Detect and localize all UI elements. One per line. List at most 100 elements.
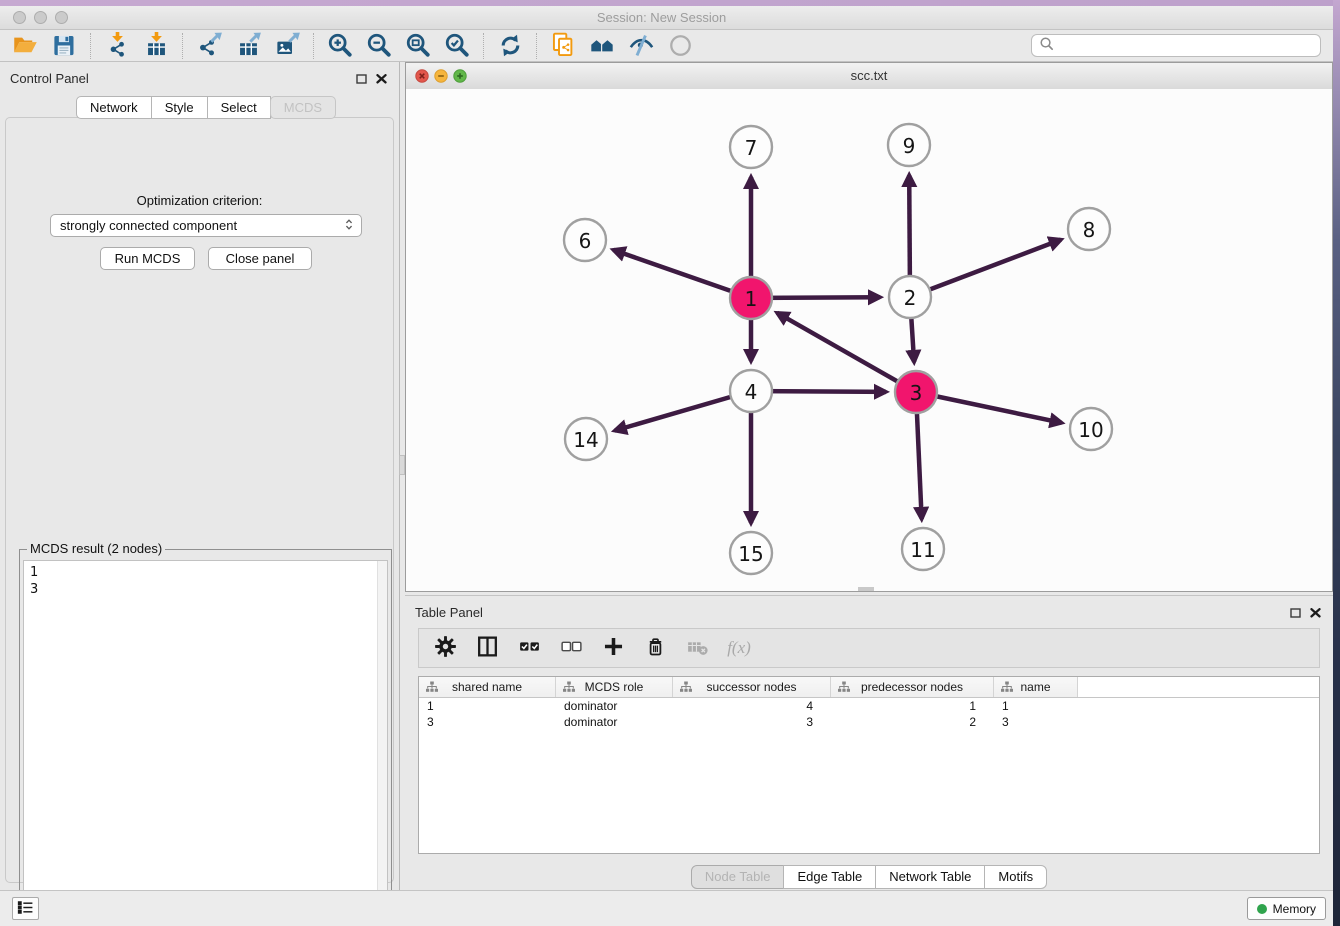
close-panel-icon[interactable] bbox=[376, 71, 387, 89]
node-2[interactable]: 2 bbox=[889, 276, 931, 318]
column-header-name[interactable]: name bbox=[994, 677, 1078, 697]
cell[interactable]: dominator bbox=[556, 715, 673, 729]
column-header-mcds-role[interactable]: MCDS role bbox=[556, 677, 673, 697]
cell[interactable]: 1 bbox=[419, 699, 556, 713]
control-panel: Control Panel NetworkStyleSelectMCDS Opt… bbox=[0, 62, 400, 890]
show-all-button[interactable] bbox=[665, 31, 695, 61]
network-window-titlebar[interactable]: scc.txt bbox=[406, 63, 1332, 90]
column-header-successor-nodes[interactable]: successor nodes bbox=[673, 677, 831, 697]
edge-3-10[interactable] bbox=[916, 392, 1062, 423]
import-table-button[interactable] bbox=[141, 31, 171, 61]
edge-2-8[interactable] bbox=[910, 240, 1061, 297]
export-network-icon bbox=[196, 32, 223, 59]
cell[interactable]: 4 bbox=[673, 699, 831, 713]
node-15[interactable]: 15 bbox=[730, 532, 772, 574]
table-panel: Table Panel f(x) shared nameMCDS role suc… bbox=[405, 595, 1333, 890]
tab-style[interactable]: Style bbox=[151, 96, 208, 119]
table-row[interactable]: 1dominator411 bbox=[419, 698, 1319, 714]
tab-node-table[interactable]: Node Table bbox=[691, 865, 785, 889]
node-1[interactable]: 1 bbox=[730, 277, 772, 319]
clone-network-button[interactable] bbox=[548, 31, 578, 61]
cell[interactable]: dominator bbox=[556, 699, 673, 713]
column-view-button[interactable] bbox=[473, 634, 501, 662]
node-14[interactable]: 14 bbox=[565, 418, 607, 460]
tab-edge-table[interactable]: Edge Table bbox=[783, 865, 876, 889]
zoom-fit-button[interactable] bbox=[403, 31, 433, 61]
node-6[interactable]: 6 bbox=[564, 219, 606, 261]
export-image-icon bbox=[274, 32, 301, 59]
tab-network-table[interactable]: Network Table bbox=[875, 865, 985, 889]
tab-select[interactable]: Select bbox=[207, 96, 271, 119]
node-11[interactable]: 11 bbox=[902, 528, 944, 570]
table-options-button[interactable] bbox=[431, 634, 459, 662]
import-network-button[interactable] bbox=[102, 31, 132, 61]
search-input[interactable] bbox=[1059, 38, 1320, 54]
control-panel-title: Control Panel bbox=[10, 71, 89, 86]
node-7[interactable]: 7 bbox=[730, 126, 772, 168]
attribute-icon bbox=[562, 681, 576, 696]
node-4[interactable]: 4 bbox=[730, 370, 772, 412]
zoom-in-button[interactable] bbox=[325, 31, 355, 61]
criterion-value: strongly connected component bbox=[60, 218, 237, 233]
zoom-out-button[interactable] bbox=[364, 31, 394, 61]
result-line: 1 bbox=[30, 564, 38, 581]
cell[interactable]: 3 bbox=[994, 715, 1078, 729]
cell[interactable]: 2 bbox=[831, 715, 994, 729]
column-header-predecessor-nodes[interactable]: predecessor nodes bbox=[831, 677, 994, 697]
run-mcds-button[interactable]: Run MCDS bbox=[100, 247, 195, 270]
cell[interactable]: 3 bbox=[419, 715, 556, 729]
svg-text:7: 7 bbox=[745, 136, 758, 160]
export-table-icon bbox=[235, 32, 262, 59]
memory-button[interactable]: Memory bbox=[1247, 897, 1326, 920]
node-3[interactable]: 3 bbox=[895, 371, 937, 413]
mcds-result-textarea[interactable]: 13 bbox=[23, 560, 388, 926]
cell[interactable]: 1 bbox=[831, 699, 994, 713]
tab-network[interactable]: Network bbox=[76, 96, 152, 119]
main-toolbar bbox=[0, 30, 1333, 62]
close-panel-button[interactable]: Close panel bbox=[208, 247, 312, 270]
tab-motifs[interactable]: Motifs bbox=[984, 865, 1047, 889]
memory-button-label: Memory bbox=[1273, 902, 1316, 916]
edge-3-1[interactable] bbox=[777, 313, 916, 392]
table-row[interactable]: 3dominator323 bbox=[419, 714, 1319, 730]
refresh-button[interactable] bbox=[495, 31, 525, 61]
network-view-window: scc.txt 7 9 6 8 1 2 4 3 14 10 15 11 bbox=[405, 62, 1333, 592]
task-history-button[interactable] bbox=[12, 897, 39, 920]
tab-mcds[interactable]: MCDS bbox=[270, 96, 336, 119]
network-canvas[interactable]: 7 9 6 8 1 2 4 3 14 10 15 11 bbox=[406, 89, 1332, 591]
function-builder-button: f(x) bbox=[725, 634, 753, 662]
save-session-button[interactable] bbox=[49, 31, 79, 61]
export-table-button[interactable] bbox=[233, 31, 263, 61]
float-table-panel-icon[interactable] bbox=[1290, 605, 1301, 623]
open-session-button[interactable] bbox=[10, 31, 40, 61]
float-panel-icon[interactable] bbox=[356, 71, 367, 89]
column-header-shared-name[interactable]: shared name bbox=[419, 677, 556, 697]
delete-row-button[interactable] bbox=[641, 634, 669, 662]
canvas-resize-handle[interactable] bbox=[858, 587, 874, 591]
add-row-button[interactable] bbox=[599, 634, 627, 662]
node-9[interactable]: 9 bbox=[888, 124, 930, 166]
memory-status-icon bbox=[1257, 904, 1267, 914]
main-titlebar[interactable]: Session: New Session bbox=[0, 6, 1333, 30]
export-network-button[interactable] bbox=[194, 31, 224, 61]
search-box[interactable] bbox=[1031, 34, 1321, 57]
node-10[interactable]: 10 bbox=[1070, 408, 1112, 450]
export-image-button[interactable] bbox=[272, 31, 302, 61]
close-table-panel-icon[interactable] bbox=[1310, 605, 1321, 623]
node-table[interactable]: shared nameMCDS role successor nodes prede… bbox=[418, 676, 1320, 854]
hide-selected-button[interactable] bbox=[626, 31, 656, 61]
zoom-fit-icon bbox=[405, 32, 432, 59]
cell[interactable]: 1 bbox=[994, 699, 1078, 713]
table-panel-title: Table Panel bbox=[415, 605, 483, 620]
result-scrollbar[interactable] bbox=[377, 561, 387, 926]
criterion-dropdown[interactable]: strongly connected component bbox=[50, 214, 362, 237]
unselect-all-button[interactable] bbox=[557, 634, 585, 662]
node-8[interactable]: 8 bbox=[1068, 208, 1110, 250]
status-bar: Memory bbox=[0, 890, 1333, 926]
toolbar-separator bbox=[536, 33, 537, 59]
first-neighbors-button[interactable] bbox=[587, 31, 617, 61]
cell[interactable]: 3 bbox=[673, 715, 831, 729]
column-label: successor nodes bbox=[706, 680, 796, 694]
zoom-selected-button[interactable] bbox=[442, 31, 472, 61]
select-all-button[interactable] bbox=[515, 634, 543, 662]
